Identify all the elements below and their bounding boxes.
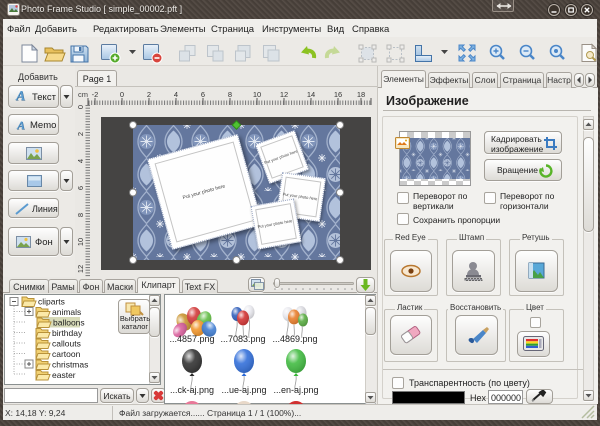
svg-text:16: 16 (334, 90, 342, 99)
svg-text:2: 2 (76, 132, 85, 136)
svg-text:...4857.png: ...4857.png (169, 334, 214, 344)
svg-text:6: 6 (201, 90, 205, 99)
svg-text:12: 12 (280, 90, 288, 99)
svg-text:10: 10 (253, 90, 261, 99)
svg-text:14: 14 (307, 90, 315, 99)
svg-text:...7083.png: ...7083.png (220, 334, 265, 344)
svg-text:...4869.png: ...4869.png (272, 334, 317, 344)
svg-text:...ck-aj.png: ...ck-aj.png (170, 385, 214, 395)
svg-text:4: 4 (174, 90, 178, 99)
svg-text:18: 18 (357, 90, 365, 99)
svg-text:...ue-aj.png: ...ue-aj.png (221, 385, 266, 395)
svg-text:10: 10 (76, 238, 85, 246)
svg-text:8: 8 (228, 90, 232, 99)
svg-text:12: 12 (76, 265, 85, 273)
svg-text:0: 0 (120, 90, 124, 99)
svg-text:0: 0 (76, 105, 85, 109)
svg-text:8: 8 (76, 213, 85, 217)
svg-text:2: 2 (147, 90, 151, 99)
svg-text:6: 6 (76, 186, 85, 190)
svg-text:...en-aj.png: ...en-aj.png (273, 385, 318, 395)
svg-text:4: 4 (76, 159, 85, 163)
svg-text:-2: -2 (92, 90, 99, 99)
